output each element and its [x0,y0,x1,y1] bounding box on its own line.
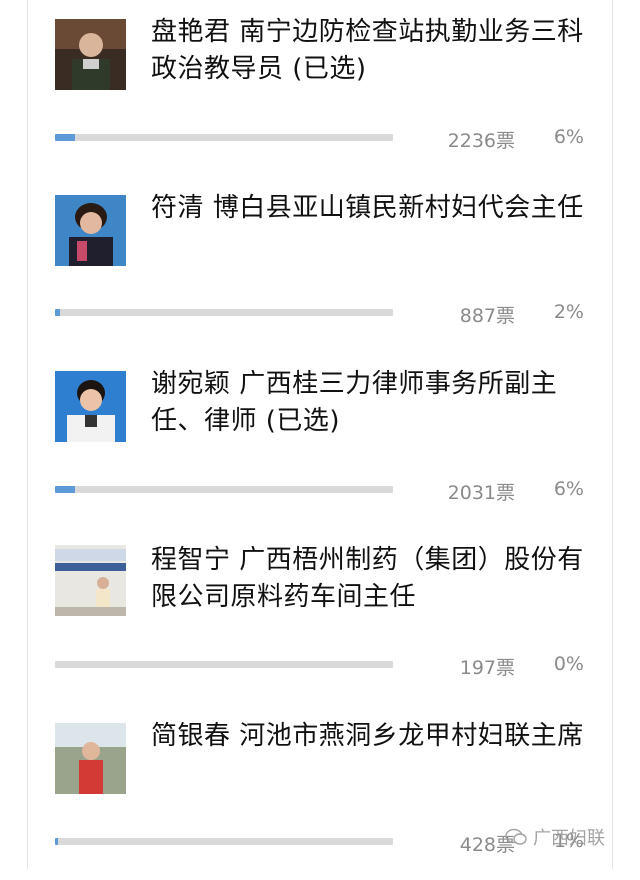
vote-progress-bar [55,838,393,845]
candidate-title: 简银春 河池市燕洞乡龙甲村妇联主席 [151,721,584,751]
candidate-photo [55,19,126,90]
vote-progress-bar [55,486,393,493]
vote-progress-bar [55,309,393,316]
candidate-item[interactable]: 谢宛颖 广西桂三力律师事务所副主任、律师 (已选) 2031票 6% [0,352,640,528]
candidate-photo [55,371,126,442]
candidate-photo [55,723,126,794]
wechat-logo-icon [505,828,527,845]
watermark-text: 广西妇联 [533,828,605,849]
vote-progress-bar [55,134,393,141]
candidate-title: 谢宛颖 广西桂三力律师事务所副主任、律师 (已选) [151,369,558,436]
vote-progress-fill [55,134,75,141]
vote-count: 197票 [459,657,515,679]
vote-percent: 0% [553,653,584,675]
candidate-item[interactable]: 盘艳君 南宁边防检查站执勤业务三科政治教导员 (已选) 2236票 6% [0,0,640,176]
candidate-title: 盘艳君 南宁边防检查站执勤业务三科政治教导员 (已选) [151,17,584,84]
vote-count: 2031票 [447,482,515,504]
candidate-title: 程智宁 广西梧州制药（集团）股份有限公司原料药车间主任 [151,545,584,612]
vote-progress-fill [55,838,58,845]
vote-count: 428票 [459,834,515,856]
vote-percent: 2% [553,301,584,323]
vote-percent: 6% [553,126,584,148]
vote-progress-fill [55,486,75,493]
candidate-photo [55,195,126,266]
candidate-item[interactable]: 简银春 河池市燕洞乡龙甲村妇联主席 428票 1% [0,704,640,880]
watermark: 广西妇联 [505,824,605,850]
candidate-item[interactable]: 符清 博白县亚山镇民新村妇代会主任 887票 2% [0,176,640,352]
vote-percent: 6% [553,478,584,500]
candidate-photo [55,545,126,616]
vote-progress-fill [55,309,60,316]
vote-count: 887票 [459,305,515,327]
candidate-title: 符清 博白县亚山镇民新村妇代会主任 [151,193,584,223]
candidate-item[interactable]: 程智宁 广西梧州制药（集团）股份有限公司原料药车间主任 197票 0% [0,528,640,704]
vote-progress-bar [55,661,393,668]
vote-count: 2236票 [447,130,515,152]
